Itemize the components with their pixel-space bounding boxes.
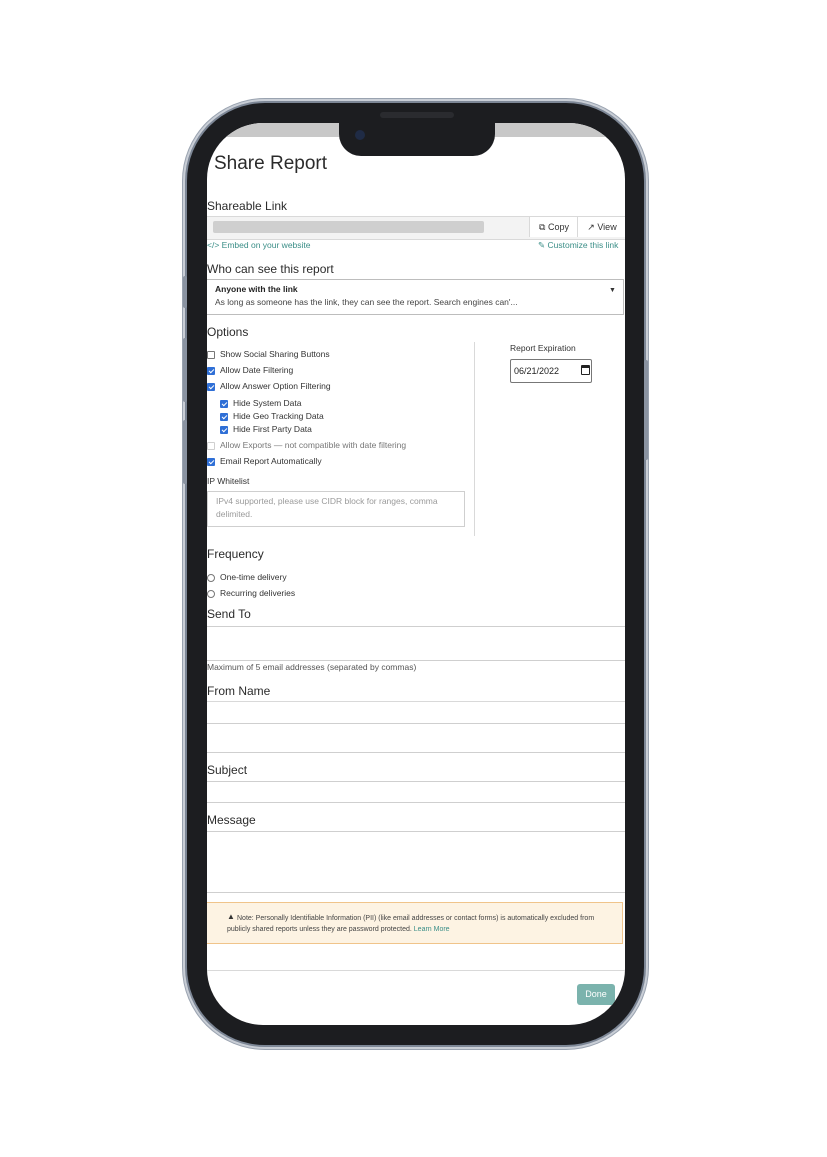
- copy-icon: ⧉: [539, 222, 546, 232]
- wrench-icon: ✎: [538, 240, 546, 250]
- visibility-selected-title: Anyone with the link: [215, 284, 298, 294]
- option-label: Hide System Data: [233, 398, 302, 408]
- checkbox-hide-system-data[interactable]: [220, 400, 228, 408]
- checkbox-allow-answer-option-filtering[interactable]: [207, 383, 215, 391]
- pii-note-content: Note: Personally Identifiable Informatio…: [227, 913, 612, 935]
- phone-screen: Share Report Shareable Link ⧉ Copy ↗ Vie…: [207, 123, 625, 1025]
- view-label: View: [597, 222, 617, 232]
- embed-link-label: Embed on your website: [221, 240, 311, 250]
- shareable-link-url: [213, 221, 484, 233]
- send-to-label: Send To: [207, 607, 251, 621]
- send-to-input[interactable]: [207, 626, 625, 661]
- learn-more-link[interactable]: Learn More: [414, 926, 450, 933]
- copy-link-button[interactable]: ⧉ Copy: [529, 217, 578, 237]
- option-label: Hide Geo Tracking Data: [233, 411, 324, 421]
- embed-link[interactable]: </> Embed on your website: [207, 240, 311, 250]
- checkbox-show-social-sharing[interactable]: [207, 351, 215, 359]
- visibility-selected-desc: As long as someone has the link, they ca…: [215, 297, 518, 307]
- option-label: Hide First Party Data: [233, 424, 312, 434]
- frequency-option-label: Recurring deliveries: [220, 588, 296, 598]
- from-name-label: From Name: [207, 684, 271, 698]
- external-link-icon: ↗: [587, 222, 595, 232]
- options-divider: [474, 342, 475, 536]
- copy-label: Copy: [547, 222, 569, 232]
- power-button: [644, 360, 648, 460]
- done-button[interactable]: Done: [577, 984, 615, 1005]
- pii-note-text: Note: Personally Identifiable Informatio…: [227, 915, 595, 933]
- from-name-input[interactable]: [207, 723, 625, 753]
- shareable-link-label: Shareable Link: [207, 199, 288, 213]
- checkbox-allow-exports[interactable]: [207, 442, 215, 450]
- frequency-option-label: One-time delivery: [220, 572, 287, 582]
- option-label: Allow Date Filtering: [220, 365, 294, 375]
- radio-one-time-delivery[interactable]: [207, 574, 215, 582]
- page-title: Share Report: [214, 153, 328, 174]
- subject-input[interactable]: [207, 781, 625, 803]
- view-link-button[interactable]: ↗ View: [577, 217, 625, 237]
- checkbox-allow-date-filtering[interactable]: [207, 367, 215, 375]
- option-label: Allow Answer Option Filtering: [220, 381, 331, 391]
- field-border: [207, 701, 625, 702]
- checkbox-hide-geo-tracking-data[interactable]: [220, 413, 228, 421]
- report-expiration-label: Report Expiration: [510, 343, 576, 353]
- option-label: Email Report Automatically: [220, 456, 322, 466]
- send-to-help: Maximum of 5 email addresses (separated …: [207, 662, 417, 672]
- radio-recurring-deliveries[interactable]: [207, 590, 215, 598]
- customize-link[interactable]: ✎ Customize this link: [538, 240, 618, 251]
- camera-icon: [355, 130, 365, 140]
- option-label: Show Social Sharing Buttons: [220, 349, 330, 359]
- checkbox-hide-first-party-data[interactable]: [220, 426, 228, 434]
- message-input[interactable]: [207, 831, 625, 893]
- code-icon: </>: [207, 240, 220, 250]
- silent-switch: [183, 276, 187, 308]
- customize-link-label: Customize this link: [547, 240, 619, 250]
- caret-down-icon[interactable]: ▼: [609, 287, 616, 294]
- phone-notch: [339, 112, 495, 156]
- volume-up-button: [183, 338, 187, 402]
- ip-whitelist-placeholder: IPv4 supported, please use CIDR block fo…: [216, 496, 438, 519]
- speaker: [380, 112, 454, 118]
- subject-label: Subject: [207, 763, 248, 777]
- ip-whitelist-label: IP Whitelist: [207, 476, 250, 486]
- options-label: Options: [207, 325, 249, 339]
- option-label: Allow Exports — not compatible with date…: [220, 440, 407, 450]
- calendar-icon[interactable]: [581, 365, 590, 375]
- volume-down-button: [183, 420, 187, 484]
- visibility-label: Who can see this report: [207, 262, 334, 276]
- frequency-label: Frequency: [207, 547, 264, 561]
- checkbox-email-report-automatically[interactable]: [207, 458, 215, 466]
- footer-divider: [207, 970, 625, 971]
- report-expiration-input[interactable]: 06/21/2022: [510, 359, 592, 383]
- message-label: Message: [207, 813, 256, 827]
